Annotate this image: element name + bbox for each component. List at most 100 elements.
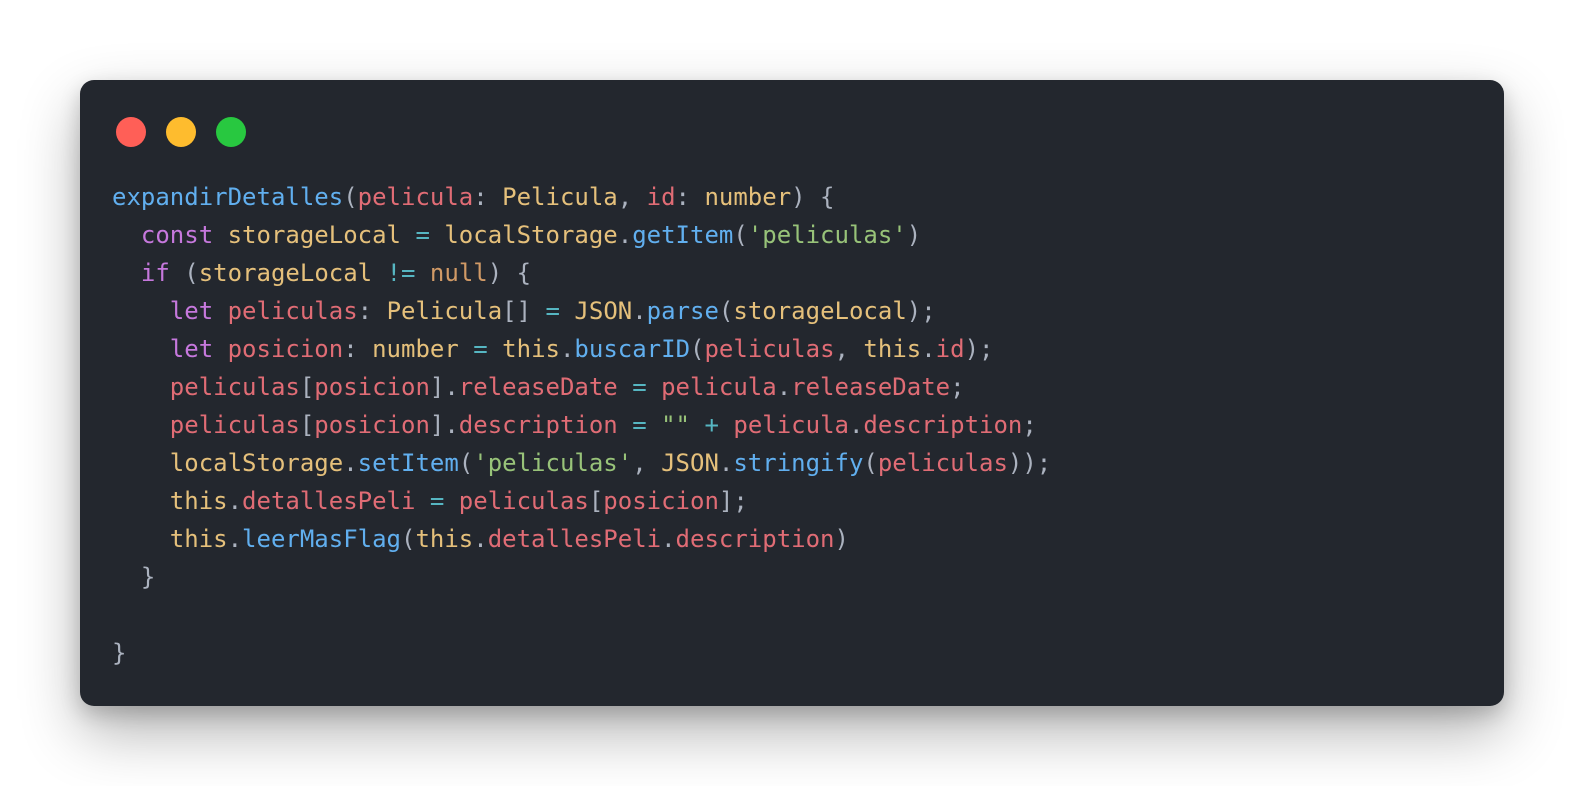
code-token-default: ( — [458, 449, 474, 477]
code-token-default — [560, 297, 574, 325]
code-token-default — [690, 411, 704, 439]
code-token-default: . — [343, 449, 358, 477]
code-token-default: ) { — [791, 183, 835, 211]
code-token-operator: = — [415, 221, 430, 249]
code-token-type: this — [169, 525, 228, 553]
code-token-var: pelicula — [661, 373, 777, 401]
code-token-default — [213, 297, 227, 325]
code-token-default: ); — [964, 335, 994, 363]
code-token-type: Pelicula — [502, 183, 618, 211]
code-line: } — [112, 634, 1051, 672]
code-token-keyword: let — [169, 297, 214, 325]
code-token-var: posicion — [603, 487, 719, 515]
code-token-default: [ — [299, 411, 315, 439]
code-token-default: ) { — [487, 259, 532, 287]
code-token-default: . — [718, 449, 734, 477]
code-token-type: this — [415, 525, 474, 553]
code-token-default: , — [632, 449, 662, 477]
minimize-button[interactable] — [166, 117, 196, 147]
code-window: expandirDetalles(pelicula: Pelicula, id:… — [80, 80, 1504, 706]
code-line: this.detallesPeli = peliculas[posicion]; — [112, 482, 1051, 520]
code-token-default: ); — [906, 297, 936, 325]
code-token-default: . — [617, 221, 633, 249]
code-token-default — [112, 221, 141, 249]
code-line: let posicion: number = this.buscarID(pel… — [112, 330, 1051, 368]
code-token-default — [112, 449, 170, 477]
close-button[interactable] — [116, 117, 146, 147]
code-token-default: )); — [1007, 449, 1052, 477]
code-token-default: . — [921, 335, 936, 363]
code-token-type: localStorage — [169, 449, 344, 477]
code-token-default — [112, 411, 170, 439]
code-token-default — [719, 411, 733, 439]
code-token-default — [488, 335, 502, 363]
code-token-default: ( — [401, 525, 416, 553]
code-token-type: storageLocal — [198, 259, 373, 287]
code-token-default — [647, 411, 661, 439]
code-line: peliculas[posicion].releaseDate = pelicu… — [112, 368, 1051, 406]
code-token-type: this — [169, 487, 228, 515]
code-token-type: localStorage — [444, 221, 618, 249]
code-token-default: , — [834, 335, 864, 363]
code-token-default: ) — [834, 525, 849, 553]
code-token-type: number — [372, 335, 459, 363]
code-token-default: : — [675, 183, 705, 211]
code-token-default — [618, 373, 632, 401]
code-line: peliculas[posicion].description = "" + p… — [112, 406, 1051, 444]
code-token-keyword: let — [169, 335, 214, 363]
code-token-default: ( — [718, 297, 734, 325]
code-token-default: ; — [950, 373, 965, 401]
code-token-default: ; — [1022, 411, 1037, 439]
code-token-fn: expandirDetalles — [112, 183, 344, 211]
code-token-default — [444, 487, 458, 515]
code-token-type: this — [863, 335, 922, 363]
code-token-operator: = — [545, 297, 560, 325]
code-token-keyword: const — [140, 221, 214, 249]
code-token-default: [ — [588, 487, 604, 515]
code-token-default: : — [473, 183, 503, 211]
code-token-operator: + — [704, 411, 719, 439]
code-token-default — [112, 487, 170, 515]
code-token-var: id — [935, 335, 965, 363]
code-token-default: ( — [863, 449, 878, 477]
code-token-default: . — [227, 525, 243, 553]
code-token-default: } — [112, 639, 127, 667]
code-token-default: : — [357, 297, 387, 325]
code-token-fn: stringify — [733, 449, 864, 477]
code-token-default — [112, 525, 170, 553]
code-token-operator: = — [632, 373, 647, 401]
code-token-type: JSON — [661, 449, 719, 477]
code-token-type: this — [502, 335, 560, 363]
code-token-literal: null — [429, 259, 488, 287]
code-token-type: storageLocal — [733, 297, 907, 325]
code-token-var: detallesPeli — [242, 487, 416, 515]
code-token-var: peliculas — [704, 335, 835, 363]
code-token-default: [ — [299, 373, 315, 401]
code-token-default: ]. — [429, 411, 459, 439]
code-token-default: ( — [690, 335, 705, 363]
code-block: expandirDetalles(pelicula: Pelicula, id:… — [112, 178, 1051, 672]
code-token-var: peliculas — [169, 373, 300, 401]
code-token-var: posicion — [314, 411, 430, 439]
code-token-var: releaseDate — [458, 373, 618, 401]
code-token-fn: getItem — [632, 221, 734, 249]
code-token-default — [112, 335, 170, 363]
code-token-default — [459, 335, 473, 363]
code-token-default — [112, 259, 141, 287]
code-token-var: description — [675, 525, 835, 553]
code-token-default — [647, 373, 661, 401]
code-token-type: storageLocal — [227, 221, 401, 249]
code-token-default: . — [661, 525, 676, 553]
code-token-default: ]; — [718, 487, 748, 515]
maximize-button[interactable] — [216, 117, 246, 147]
code-token-operator: = — [632, 411, 647, 439]
code-token-default: . — [473, 525, 488, 553]
code-line: localStorage.setItem('peliculas', JSON.s… — [112, 444, 1051, 482]
code-token-var: posicion — [227, 335, 344, 363]
code-token-default: . — [848, 411, 864, 439]
code-token-default: ( — [343, 183, 358, 211]
code-token-default: [] — [502, 297, 546, 325]
code-token-default: . — [559, 335, 575, 363]
code-token-fn: parse — [646, 297, 719, 325]
code-token-var: description — [458, 411, 618, 439]
